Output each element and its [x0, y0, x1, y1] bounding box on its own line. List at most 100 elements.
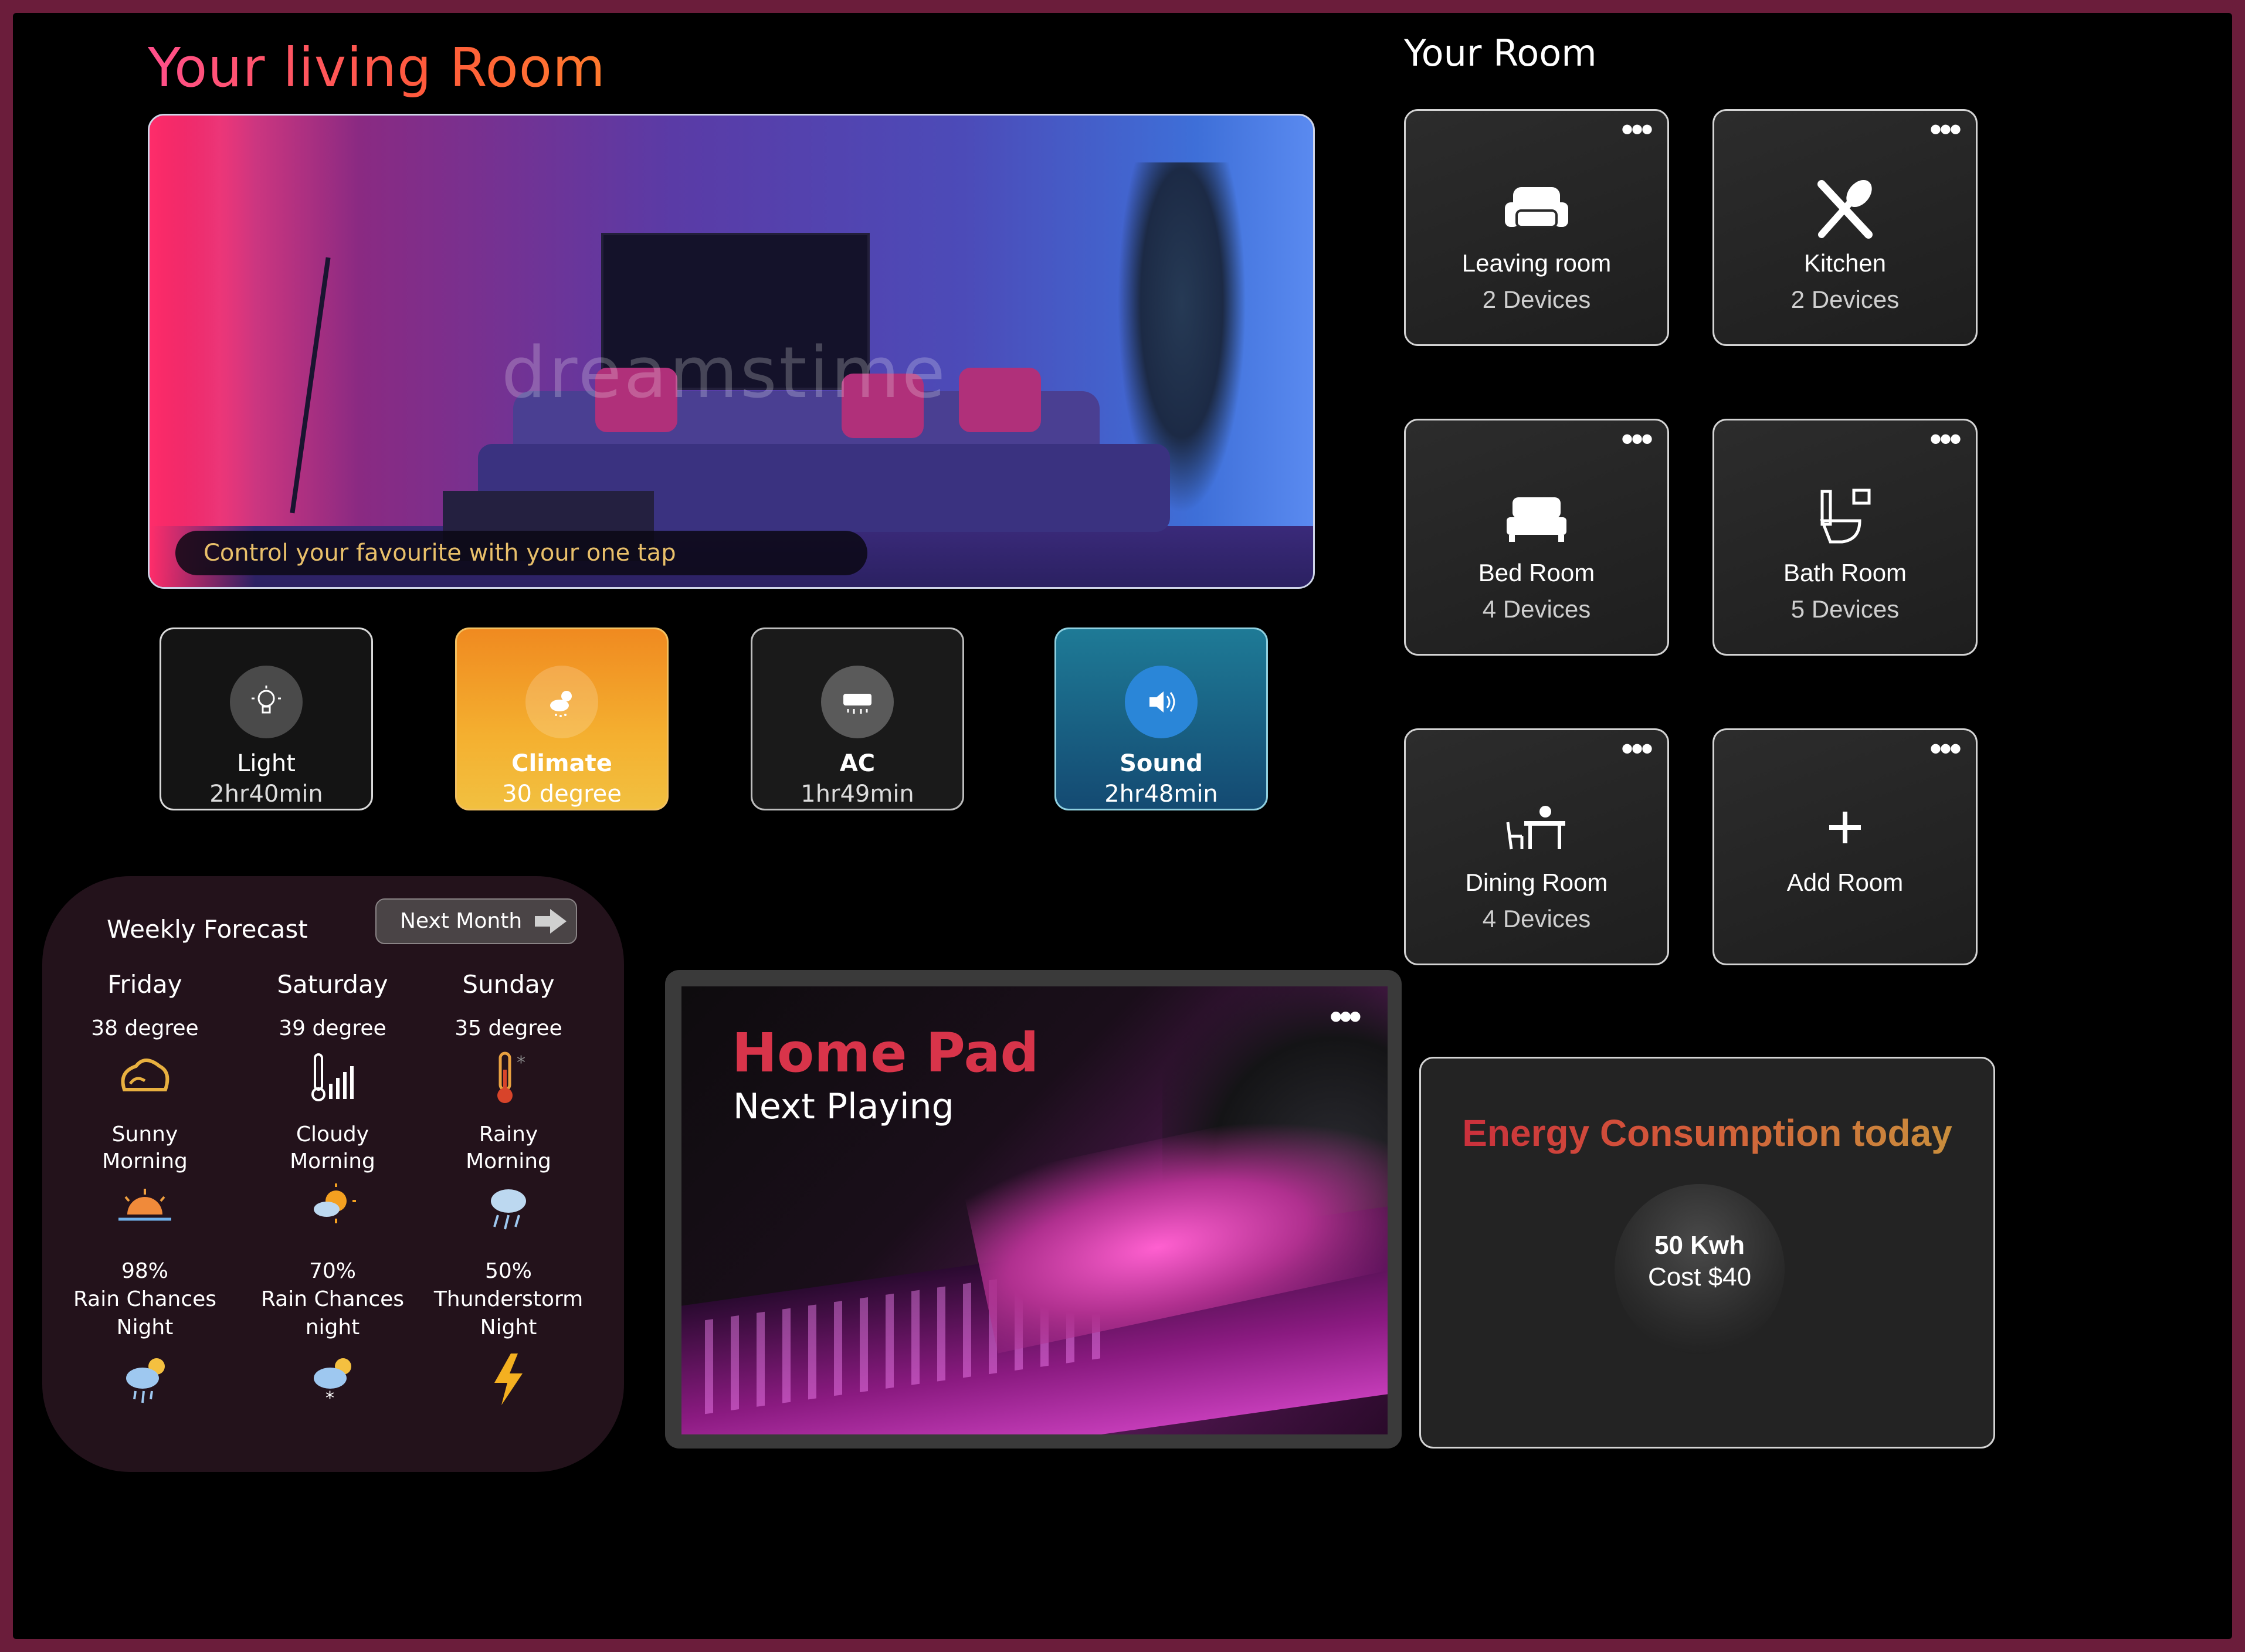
room-devices: 2 Devices [1482, 286, 1591, 313]
weather-icon [525, 666, 598, 738]
energy-usage: 50 Kwh [1654, 1231, 1745, 1260]
forecast-degree: 39 degree [279, 1016, 386, 1040]
room-card-bath-room[interactable]: ••• Bath Room 5 Devices [1712, 419, 1978, 656]
device-value: 2hr48min [1104, 781, 1218, 808]
forecast-condition: Rainy Morning [466, 1122, 551, 1173]
more-options-icon[interactable]: ••• [1621, 731, 1653, 766]
rain-label: Rain Chances [73, 1287, 217, 1311]
home-pad-title: Home Pad [732, 1022, 1039, 1084]
more-options-icon[interactable]: ••• [1330, 995, 1362, 1038]
rain-night-icon [60, 1350, 230, 1414]
forecast-degree: 38 degree [91, 1016, 199, 1040]
rain-time: Night [116, 1315, 174, 1339]
device-tile-light[interactable]: Light 2hr40min [160, 627, 373, 810]
humidity-icon [247, 1049, 418, 1113]
living-room-hero-image[interactable]: dreamstime Control your favourite with y… [148, 114, 1315, 589]
device-value: 1hr49min [801, 781, 914, 808]
forecast-day-name: Friday [107, 970, 182, 999]
forecast-title: Weekly Forecast [107, 915, 308, 944]
forecast-rain: 70% Rain Chances night [247, 1257, 418, 1342]
page-title: Your living Room [148, 36, 606, 99]
device-value: 2hr40min [209, 781, 323, 808]
home-pad-card[interactable]: Home Pad Next Playing ••• [665, 970, 1402, 1449]
device-tile-sound[interactable]: Sound 2hr48min [1054, 627, 1268, 810]
forecast-rain: 50% Thunderstorm Night [423, 1257, 594, 1342]
more-options-icon[interactable]: ••• [1621, 422, 1653, 457]
hero-caption: Control your favourite with your one tap [175, 531, 867, 575]
device-tile-climate[interactable]: Climate 30 degree [455, 627, 669, 810]
weekly-forecast-card: Weekly Forecast Next Month Friday 38 deg… [42, 876, 624, 1472]
room-card-bed-room[interactable]: ••• Bed Room 4 Devices [1404, 419, 1669, 656]
ac-icon [821, 666, 894, 738]
hero-led-glow [150, 116, 255, 587]
thermometer-icon: * [423, 1049, 594, 1113]
device-value: 30 degree [502, 781, 622, 808]
next-month-label: Next Month [400, 909, 523, 933]
room-card-leaving-room[interactable]: ••• Leaving room 2 Devices [1404, 109, 1669, 346]
forecast-rain: 98% Rain Chances Night [60, 1257, 230, 1342]
hero-watermark: dreamstime [501, 333, 948, 414]
room-devices: 4 Devices [1482, 905, 1591, 932]
rain-percent: 70% [308, 1259, 356, 1283]
more-options-icon[interactable]: ••• [1929, 112, 1962, 147]
room-card-dining-room[interactable]: ••• Dining Room 4 Devices [1404, 728, 1669, 965]
sun-cloud-icon [247, 1181, 418, 1240]
hero-floor-lamp [290, 257, 331, 514]
rain-time: night [305, 1315, 360, 1339]
rain-cloud-icon [423, 1181, 594, 1240]
room-devices: 4 Devices [1482, 595, 1591, 623]
arrow-right-icon [535, 909, 567, 934]
room-name: Dining Room [1465, 869, 1608, 896]
room-devices: 5 Devices [1790, 595, 1900, 623]
more-options-icon[interactable]: ••• [1621, 112, 1653, 147]
forecast-day-name: Sunday [462, 970, 555, 999]
utensils-icon [1714, 179, 1976, 239]
sunny-cloud-icon [60, 1049, 230, 1113]
toilet-icon [1714, 489, 1976, 547]
energy-usage-bubble: 50 Kwh Cost $40 [1615, 1184, 1785, 1354]
app-frame: Your living Room dreamstime Control your… [13, 13, 2232, 1639]
device-name: Light [237, 750, 296, 777]
more-options-icon[interactable]: ••• [1929, 422, 1962, 457]
snow-night-icon: * [247, 1350, 418, 1414]
add-room-button[interactable]: ••• Add Room [1712, 728, 1978, 965]
forecast-condition: Sunny Morning [102, 1122, 188, 1173]
rain-time: Night [480, 1315, 537, 1339]
forecast-condition: Cloudy Morning [290, 1122, 375, 1173]
device-name: Sound [1120, 750, 1203, 777]
rain-label: Thunderstorm [433, 1287, 584, 1311]
forecast-day-friday[interactable]: Friday 38 degree Sunny Morning 98% Rain … [60, 970, 230, 1414]
sofa-icon [1406, 179, 1667, 238]
device-name: Climate [511, 750, 612, 777]
device-name: AC [839, 750, 876, 777]
room-name: Bed Room [1478, 559, 1595, 586]
room-devices: 2 Devices [1790, 286, 1900, 313]
device-tile-ac[interactable]: AC 1hr49min [751, 627, 964, 810]
more-options-icon[interactable]: ••• [1929, 731, 1962, 766]
energy-consumption-card: Energy Consumption today 50 Kwh Cost $40 [1419, 1057, 1995, 1449]
home-pad-screen: Home Pad Next Playing ••• [681, 986, 1388, 1434]
forecast-day-sunday[interactable]: Sunday 35 degree * Rainy Morning 50% Thu… [423, 970, 594, 1414]
speaker-icon [1125, 666, 1198, 738]
rain-label: Rain Chances [260, 1287, 405, 1311]
next-month-button[interactable]: Next Month [375, 898, 577, 944]
rain-percent: 98% [121, 1259, 168, 1283]
room-name: Kitchen [1803, 249, 1887, 277]
forecast-day-saturday[interactable]: Saturday 39 degree Cloudy Morning 70% Ra… [247, 970, 418, 1414]
rain-percent: 50% [484, 1259, 532, 1283]
lightbulb-icon [230, 666, 303, 738]
room-card-kitchen[interactable]: ••• Kitchen 2 Devices [1712, 109, 1978, 346]
room-name: Bath Room [1783, 559, 1907, 586]
lightning-icon [423, 1350, 594, 1414]
energy-cost: Cost $40 [1647, 1263, 1752, 1291]
forecast-day-name: Saturday [277, 970, 388, 999]
svg-text:*: * [517, 1053, 525, 1073]
bed-icon [1406, 489, 1667, 547]
sunrise-icon [60, 1181, 230, 1240]
home-pad-subtitle: Next Playing [733, 1086, 954, 1127]
svg-text:*: * [325, 1388, 334, 1409]
hero-pillow [959, 368, 1041, 432]
dining-icon [1406, 798, 1667, 857]
rooms-title: Your Room [1404, 32, 1597, 74]
forecast-degree: 35 degree [455, 1016, 562, 1040]
